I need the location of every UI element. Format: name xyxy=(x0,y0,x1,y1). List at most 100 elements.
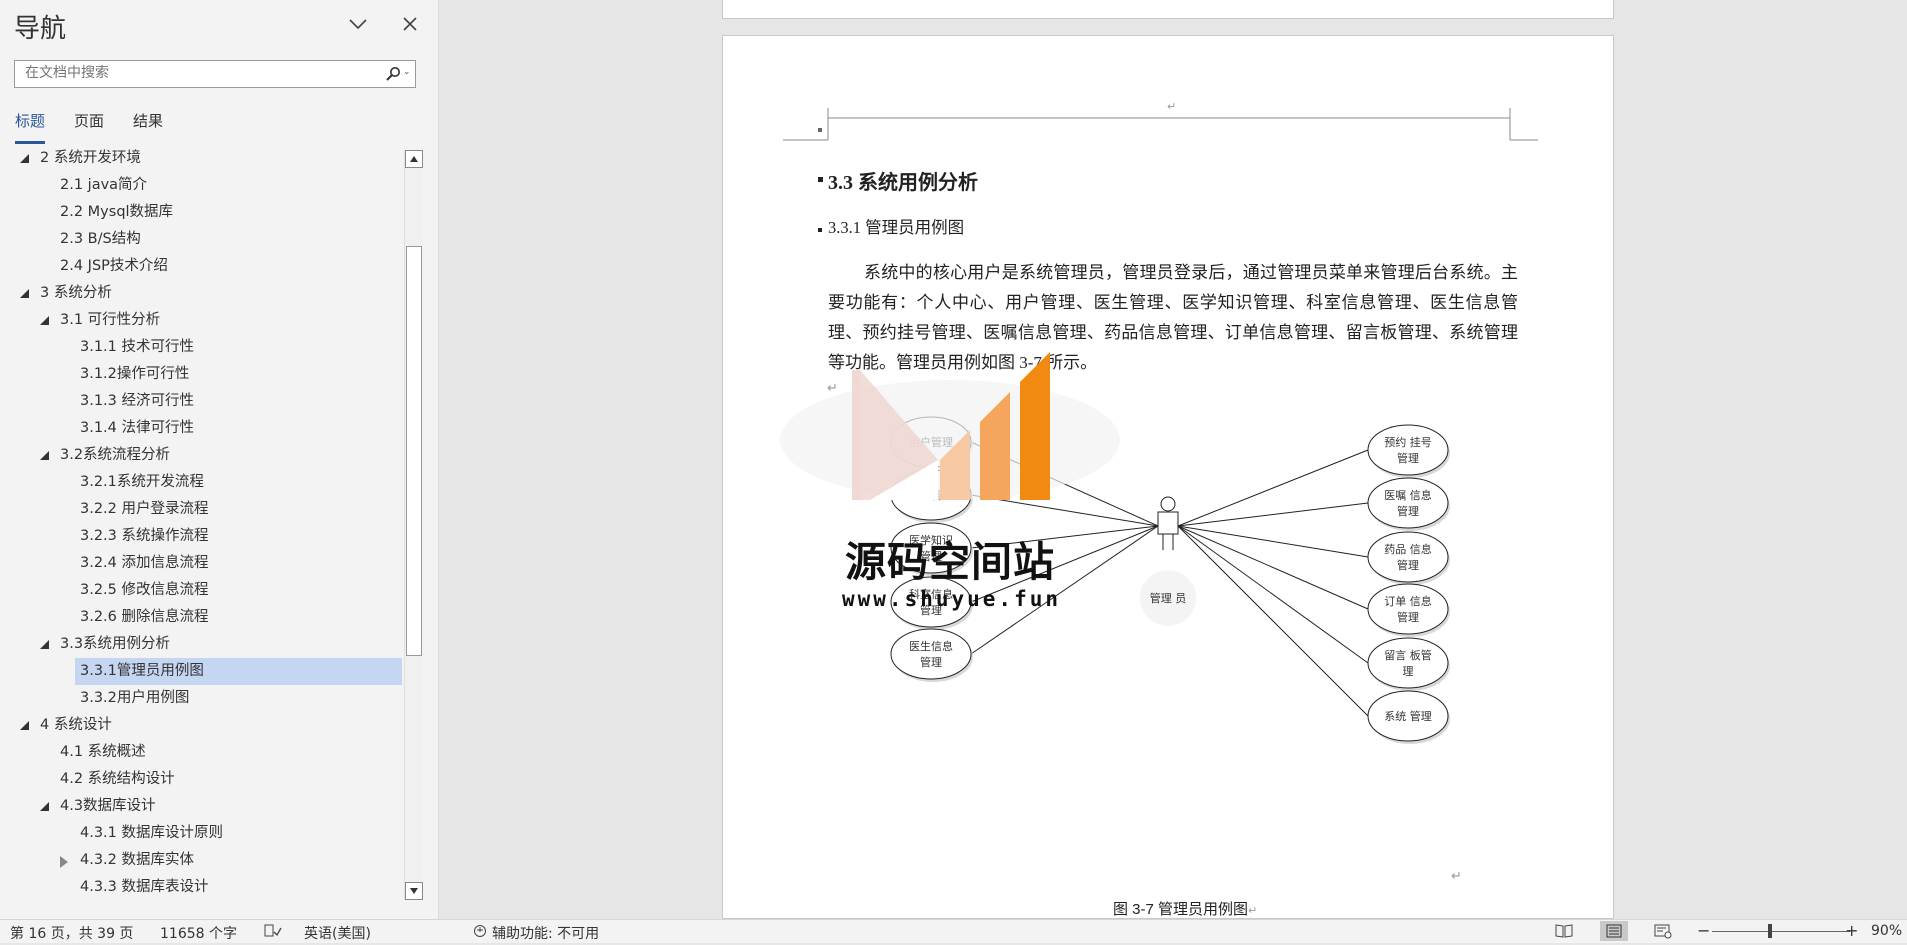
tree-item-label: 2.2 Mysql数据库 xyxy=(60,204,174,220)
scroll-up-button[interactable] xyxy=(405,150,423,168)
language-indicator[interactable]: 英语(美国) xyxy=(304,923,371,943)
tree-item[interactable]: 3.2.3 系统操作流程 xyxy=(0,523,400,550)
tree-item[interactable]: 4.3.3 数据库表设计 xyxy=(0,874,400,901)
use-case-ellipse xyxy=(1367,583,1449,635)
tree-item[interactable]: 4.1 系统概述 xyxy=(0,739,400,766)
use-case-label: 预约 挂号 xyxy=(1384,435,1432,449)
word-count[interactable]: 11658 个字 xyxy=(160,923,237,943)
tree-scrollbar[interactable] xyxy=(404,150,423,900)
tree-item[interactable]: 3.1 可行性分析 xyxy=(0,307,400,334)
tree-item[interactable]: 3.2.2 用户登录流程 xyxy=(0,496,400,523)
tree-item[interactable]: 4 系统设计 xyxy=(0,712,400,739)
tree-item[interactable]: 2 系统开发环境 xyxy=(0,145,400,172)
search-box[interactable]: ⌄ xyxy=(14,60,416,88)
tree-item-label: 3.3.1管理员用例图 xyxy=(80,663,204,679)
tree-item-label: 4.3.3 数据库表设计 xyxy=(80,879,209,895)
read-mode-icon[interactable] xyxy=(1555,923,1573,943)
zoom-slider[interactable] xyxy=(1712,931,1850,932)
pane-options-button[interactable] xyxy=(344,10,372,38)
tree-item[interactable]: 3 系统分析 xyxy=(0,280,400,307)
tree-item[interactable]: 3.2.4 添加信息流程 xyxy=(0,550,400,577)
expanded-caret-icon[interactable] xyxy=(40,640,49,649)
zoom-slider-thumb[interactable] xyxy=(1768,924,1772,938)
use-case-label: 管理 xyxy=(1397,451,1419,465)
tree-item[interactable]: 4.3数据库设计 xyxy=(0,793,400,820)
tree-item[interactable]: 3.1.2操作可行性 xyxy=(0,361,400,388)
tree-item[interactable]: 3.2.1系统开发流程 xyxy=(0,469,400,496)
tree-item-label: 4.3数据库设计 xyxy=(60,798,156,814)
close-icon xyxy=(403,17,417,31)
tree-item-label: 3.1.1 技术可行性 xyxy=(80,339,195,355)
tree-item[interactable]: 4.3.1 数据库设计原则 xyxy=(0,820,400,847)
use-case-label: 理 xyxy=(1403,665,1414,678)
tree-item[interactable]: 2.1 java简介 xyxy=(0,172,400,199)
tree-item[interactable]: 4.2 系统结构设计 xyxy=(0,766,400,793)
accessibility-icon[interactable] xyxy=(472,924,488,942)
tree-item[interactable]: 3.3.1管理员用例图 xyxy=(75,658,402,685)
scroll-down-button[interactable] xyxy=(405,882,423,900)
actor-body xyxy=(1157,511,1179,535)
search-input[interactable] xyxy=(23,64,387,82)
expanded-caret-icon[interactable] xyxy=(20,154,29,163)
use-case-label: 管理 xyxy=(1397,558,1419,572)
tree-item-label: 4 系统设计 xyxy=(40,717,112,733)
scroll-thumb[interactable] xyxy=(406,246,422,656)
watermark-url: www.shuyue.fun xyxy=(842,587,1062,611)
tree-item[interactable]: 4.3.2 数据库实体 xyxy=(0,847,400,874)
use-case-ellipse xyxy=(890,628,972,680)
close-pane-button[interactable] xyxy=(396,10,424,38)
tab-results[interactable]: 结果 xyxy=(133,110,163,144)
tree-item-label: 4.3.1 数据库设计原则 xyxy=(80,825,224,841)
tab-headings[interactable]: 标题 xyxy=(15,110,46,144)
tree-item-label: 3.1.4 法律可行性 xyxy=(80,420,195,436)
tree-item[interactable]: 3.2系统流程分析 xyxy=(0,442,400,469)
association-line xyxy=(1177,525,1369,558)
collapsed-caret-icon[interactable] xyxy=(60,856,68,868)
zoom-out-button[interactable]: − xyxy=(1697,921,1710,940)
web-layout-icon[interactable] xyxy=(1654,923,1672,943)
nav-tabs: 标题 页面 结果 xyxy=(15,110,192,144)
tree-item[interactable]: 2.2 Mysql数据库 xyxy=(0,199,400,226)
tree-item[interactable]: 3.2.6 删除信息流程 xyxy=(0,604,400,631)
expanded-caret-icon[interactable] xyxy=(20,721,29,730)
tree-item-label: 3.2.1系统开发流程 xyxy=(80,474,204,490)
tab-pages[interactable]: 页面 xyxy=(74,110,104,144)
tree-item[interactable]: 2.3 B/S结构 xyxy=(0,226,400,253)
previous-page xyxy=(722,0,1614,19)
tree-item-label: 2.1 java简介 xyxy=(60,177,148,193)
use-case-ellipse xyxy=(1367,424,1449,476)
use-case-ellipse xyxy=(1367,637,1449,689)
tree-item[interactable]: 3.1.3 经济可行性 xyxy=(0,388,400,415)
expanded-caret-icon[interactable] xyxy=(40,316,49,325)
tree-item-label: 3.1.2操作可行性 xyxy=(80,366,190,382)
tree-item[interactable]: 3.1.1 技术可行性 xyxy=(0,334,400,361)
search-options-icon[interactable]: ⌄ xyxy=(403,67,413,81)
watermark-title: 源码空间站 xyxy=(845,538,1055,586)
tree-item-label: 4.2 系统结构设计 xyxy=(60,771,175,787)
use-case-label: 医生信息 xyxy=(909,639,953,653)
navigation-pane: 导航 ⌄ 标题 页面 结果 2 系统开发环境 2.1 java简介 2.2 Mysq… xyxy=(0,0,439,919)
figure-caption: 图 3-7 管理员用例图↵ xyxy=(1113,898,1258,918)
tree-item[interactable]: 3.3系统用例分析 xyxy=(0,631,400,658)
tree-item-label: 2.3 B/S结构 xyxy=(60,231,141,247)
expanded-caret-icon[interactable] xyxy=(40,802,49,811)
zoom-in-button[interactable]: + xyxy=(1845,921,1858,940)
tree-item-label: 3.3.2用户用例图 xyxy=(80,690,190,706)
accessibility-status[interactable]: 辅助功能: 不可用 xyxy=(492,923,599,943)
proofing-icon[interactable] xyxy=(264,924,282,942)
tree-item-label: 3.2.2 用户登录流程 xyxy=(80,501,209,517)
tree-item-label: 3.2系统流程分析 xyxy=(60,447,171,463)
tree-item-label: 4.3.2 数据库实体 xyxy=(80,852,195,868)
print-layout-button[interactable] xyxy=(1600,921,1628,941)
tree-item[interactable]: 3.1.4 法律可行性 xyxy=(0,415,400,442)
page-count[interactable]: 第 16 页，共 39 页 xyxy=(10,923,133,943)
tree-item[interactable]: 3.3.2用户用例图 xyxy=(0,685,400,712)
tree-item[interactable]: 2.4 JSP技术介绍 xyxy=(0,253,400,280)
caption-return-mark: ↵ xyxy=(1248,904,1258,917)
chevron-down-icon xyxy=(349,19,367,30)
expanded-caret-icon[interactable] xyxy=(20,289,29,298)
tree-item[interactable]: 3.2.5 修改信息流程 xyxy=(0,577,400,604)
expanded-caret-icon[interactable] xyxy=(40,451,49,460)
zoom-level[interactable]: 90% xyxy=(1871,923,1902,939)
search-icon[interactable] xyxy=(385,66,401,82)
